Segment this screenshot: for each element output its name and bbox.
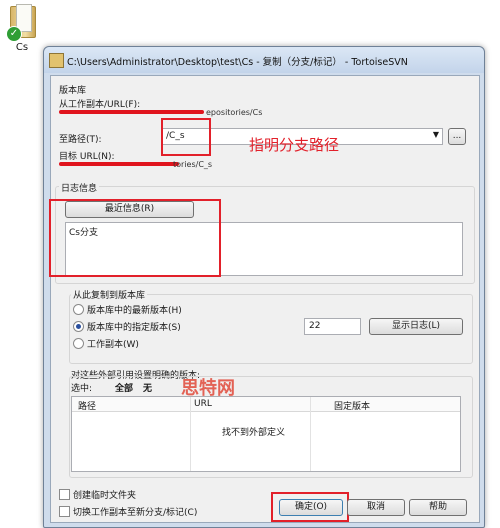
annotation-box-ok (271, 492, 349, 522)
repository-group-title: 版本库 (59, 86, 87, 96)
svn-check-icon: ✓ (6, 26, 22, 42)
column-header-pinned-revision[interactable]: 固定版本 (334, 399, 370, 412)
from-url-label: 从工作副本/URL(F): (59, 100, 141, 110)
radio-button[interactable] (73, 304, 84, 315)
redacted-from-url (59, 110, 204, 114)
cancel-button[interactable]: 取消 (347, 499, 405, 516)
copy-branch-dialog: C:\Users\Administrator\Desktop\test\Cs -… (43, 46, 485, 528)
annotation-box-to-path (161, 118, 211, 156)
empty-externals-message: 找不到外部定义 (222, 428, 286, 438)
column-header-path[interactable]: 路径 (78, 399, 96, 412)
show-log-button[interactable]: 显示日志(L) (369, 318, 463, 335)
externals-table[interactable]: 路径 URL 固定版本 找不到外部定义 (71, 396, 461, 472)
checkbox-label: 切换工作副本至新分支/标记(C) (73, 508, 198, 518)
select-label: 选中: (71, 384, 93, 394)
checkbox-label: 创建临时文件夹 (73, 491, 137, 501)
annotation-branch-path: 指明分支路径 (249, 136, 340, 154)
desktop-folder-icon[interactable]: ✓ Cs (4, 4, 40, 56)
tortoisesvn-folder-icon (49, 53, 64, 68)
help-button[interactable]: 帮助 (409, 499, 467, 516)
checkbox[interactable] (59, 489, 70, 500)
radio-button-selected[interactable] (73, 321, 84, 332)
select-none-link[interactable]: 无 (143, 381, 152, 394)
browse-button[interactable]: ... (448, 128, 466, 145)
title-bar[interactable]: C:\Users\Administrator\Desktop\test\Cs -… (44, 47, 484, 73)
from-url-value: epositories/Cs (206, 108, 263, 117)
log-group-title: 日志信息 (59, 181, 100, 194)
radio-label: 版本库中的指定版本(S) (87, 323, 181, 333)
column-divider (310, 397, 311, 471)
target-url-value: tories/C_s (173, 160, 213, 169)
annotation-box-log (49, 199, 221, 277)
chevron-down-icon[interactable]: ▼ (433, 130, 439, 139)
checkbox[interactable] (59, 506, 70, 517)
to-path-label: 至路径(T): (59, 135, 102, 145)
dialog-client-area: 版本库 从工作副本/URL(F): epositories/Cs 至路径(T):… (49, 75, 480, 523)
column-divider (190, 397, 191, 471)
desktop-icon-label: Cs (15, 42, 29, 53)
window-title: C:\Users\Administrator\Desktop\test\Cs -… (67, 57, 408, 68)
select-all-link[interactable]: 全部 (115, 381, 133, 394)
radio-selected-dot (76, 324, 81, 329)
radio-button[interactable] (73, 338, 84, 349)
table-header (72, 397, 460, 412)
redacted-target-url (59, 162, 179, 166)
column-header-url[interactable]: URL (194, 399, 212, 409)
target-url-label: 目标 URL(N): (59, 152, 115, 162)
revision-input[interactable]: 22 (304, 318, 361, 335)
radio-label: 工作副本(W) (87, 340, 139, 350)
radio-label: 版本库中的最新版本(H) (87, 306, 182, 316)
copy-from-group-title: 从此复制到版本库 (71, 288, 148, 301)
revision-value: 22 (309, 321, 321, 331)
